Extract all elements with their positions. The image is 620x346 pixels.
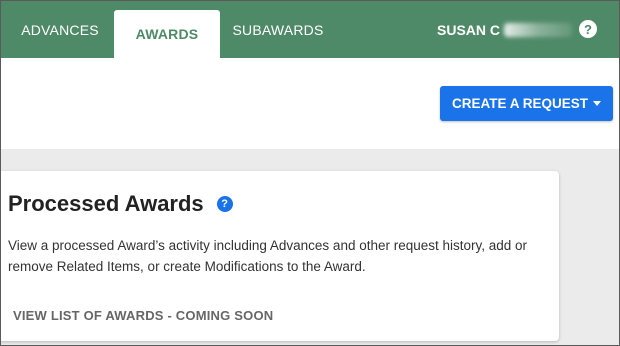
top-nav-bar: ADVANCES AWARDS SUBAWARDS SUSAN C ? — [1, 1, 619, 58]
card-description: View a processed Award’s activity includ… — [8, 238, 528, 274]
app-frame: ADVANCES AWARDS SUBAWARDS SUSAN C ? CREA… — [0, 0, 620, 346]
action-strip: CREATE A REQUEST — [1, 58, 619, 149]
user-menu[interactable]: SUSAN C — [437, 1, 573, 58]
view-awards-link[interactable]: VIEW LIST OF AWARDS - COMING SOON — [13, 308, 273, 323]
card-title: Processed Awards — [8, 191, 204, 216]
help-circle-icon[interactable]: ? — [579, 20, 597, 38]
help-circle-icon[interactable]: ? — [216, 196, 233, 212]
tab-awards[interactable]: AWARDS — [114, 10, 220, 58]
processed-awards-card: Processed Awards ? View a processed Awar… — [1, 171, 559, 341]
tab-subawards[interactable]: SUBAWARDS — [220, 1, 336, 58]
card-header: Processed Awards ? — [8, 191, 233, 217]
tab-advances[interactable]: ADVANCES — [1, 1, 119, 58]
create-request-button[interactable]: CREATE A REQUEST — [440, 86, 613, 121]
caret-down-icon — [593, 101, 601, 106]
redacted-name-blur — [504, 22, 573, 37]
user-name: SUSAN C — [437, 21, 501, 38]
create-request-label: CREATE A REQUEST — [451, 96, 588, 111]
